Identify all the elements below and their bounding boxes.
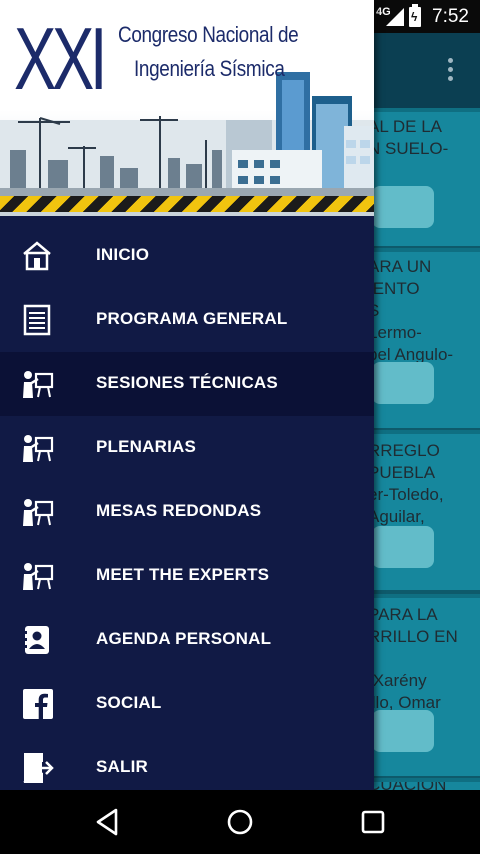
exit-icon xyxy=(23,753,54,783)
background-card[interactable]: CUACIÓN xyxy=(360,778,480,790)
drawer-item-label: SOCIAL xyxy=(96,693,162,712)
background-card-button[interactable] xyxy=(372,710,434,752)
background-card-button[interactable] xyxy=(372,526,434,568)
recents-square-icon[interactable] xyxy=(358,807,388,837)
drawer-item-label: MEET THE EXPERTS xyxy=(96,565,270,584)
facebook-icon xyxy=(23,689,53,719)
drawer-item-label: PLENARIAS xyxy=(96,437,197,456)
system-nav-bar xyxy=(0,790,480,854)
drawer-item-mesas-redondas[interactable]: MESAS REDONDAS xyxy=(0,480,374,544)
drawer-item-sesiones-tecnicas[interactable]: SESIONES TÉCNICAS xyxy=(0,352,374,416)
logo-title-line1: Congreso Nacional de xyxy=(118,22,299,47)
presenter-icon xyxy=(23,371,54,398)
presenter-icon xyxy=(23,563,54,590)
home-circle-icon[interactable] xyxy=(225,807,255,837)
hazard-stripe xyxy=(0,196,374,212)
background-card-button[interactable] xyxy=(372,362,434,404)
logo-numeral: XXI xyxy=(14,9,107,108)
drawer-item-label: AGENDA PERSONAL xyxy=(96,629,272,648)
drawer-item-label: SALIR xyxy=(96,757,148,776)
battery-charging-icon: ϟ xyxy=(409,4,421,27)
back-triangle-icon[interactable] xyxy=(92,807,122,837)
home-icon xyxy=(23,241,51,271)
document-list-icon xyxy=(23,304,51,336)
drawer-item-programa-general[interactable]: PROGRAMA GENERAL xyxy=(0,288,374,352)
drawer-item-meet-the-experts[interactable]: MEET THE EXPERTS xyxy=(0,544,374,608)
drawer-item-label: PROGRAMA GENERAL xyxy=(96,309,288,328)
drawer-item-plenarias[interactable]: PLENARIAS xyxy=(0,416,374,480)
more-vert-icon[interactable] xyxy=(442,58,458,84)
drawer-header: XXI Congreso Nacional de Ingeniería Sísm… xyxy=(0,0,374,216)
background-card-text: CUACIÓN xyxy=(368,778,447,790)
navigation-drawer: XXI Congreso Nacional de Ingeniería Sísm… xyxy=(0,0,374,790)
drawer-item-label: INICIO xyxy=(96,245,150,264)
drawer-item-label: MESAS REDONDAS xyxy=(96,501,262,520)
presenter-icon xyxy=(23,435,54,462)
drawer-item-agenda-personal[interactable]: AGENDA PERSONAL xyxy=(0,608,374,672)
logo-title-line2: Ingeniería Sísmica xyxy=(134,56,285,81)
drawer-item-social[interactable]: SOCIAL xyxy=(0,672,374,736)
clock: 7:52 xyxy=(432,6,469,27)
drawer-item-label: SESIONES TÉCNICAS xyxy=(96,373,278,392)
presenter-icon xyxy=(23,499,54,526)
contact-book-icon xyxy=(23,626,49,654)
background-card-button[interactable] xyxy=(372,186,434,228)
background-card-text: ARA UN IENTO S Lermo- bel Angulo- xyxy=(368,257,454,364)
drawer-item-inicio[interactable]: INICIO xyxy=(0,224,374,288)
cell-signal-icon xyxy=(386,8,404,26)
